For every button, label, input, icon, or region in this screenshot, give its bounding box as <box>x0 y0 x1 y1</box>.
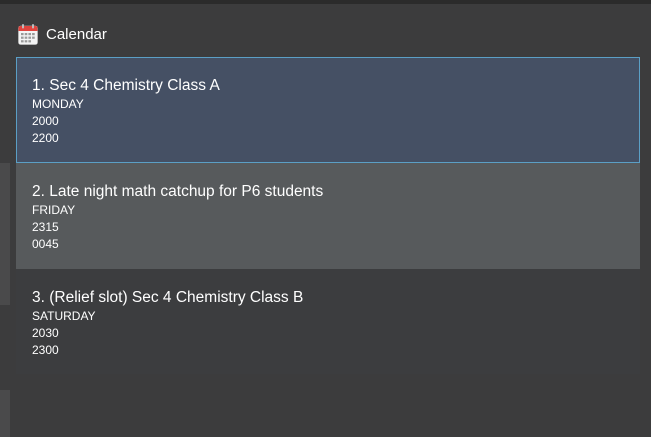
calendar-icon <box>18 23 38 45</box>
item-end-time: 2300 <box>32 343 59 357</box>
item-title: 1. Sec 4 Chemistry Class A <box>32 77 220 94</box>
item-start-time: 2315 <box>32 220 59 234</box>
calendar-title: Calendar <box>46 25 107 43</box>
left-panel-edge <box>0 163 10 305</box>
item-end-time: 0045 <box>32 237 59 251</box>
item-start-time: 2000 <box>32 114 59 128</box>
schedule-list[interactable]: 1. Sec 4 Chemistry Class A MONDAY 2000 2… <box>16 57 640 374</box>
item-day: FRIDAY <box>32 203 76 217</box>
list-item[interactable]: 2. Late night math catchup for P6 studen… <box>16 163 640 269</box>
item-end-time: 2200 <box>32 131 59 145</box>
list-item[interactable]: 1. Sec 4 Chemistry Class A MONDAY 2000 2… <box>16 57 640 163</box>
item-day: SATURDAY <box>32 309 96 323</box>
left-panel-edge <box>0 390 10 437</box>
calendar-header: Calendar <box>18 22 107 46</box>
item-title: 3. (Relief slot) Sec 4 Chemistry Class B <box>32 289 304 306</box>
item-title: 2. Late night math catchup for P6 studen… <box>32 183 324 200</box>
app-window: Calendar 1. Sec 4 Chemistry Class A MOND… <box>0 0 651 437</box>
item-day: MONDAY <box>32 97 84 111</box>
list-item[interactable]: 3. (Relief slot) Sec 4 Chemistry Class B… <box>16 269 640 374</box>
item-start-time: 2030 <box>32 326 59 340</box>
window-top-border <box>0 0 651 4</box>
